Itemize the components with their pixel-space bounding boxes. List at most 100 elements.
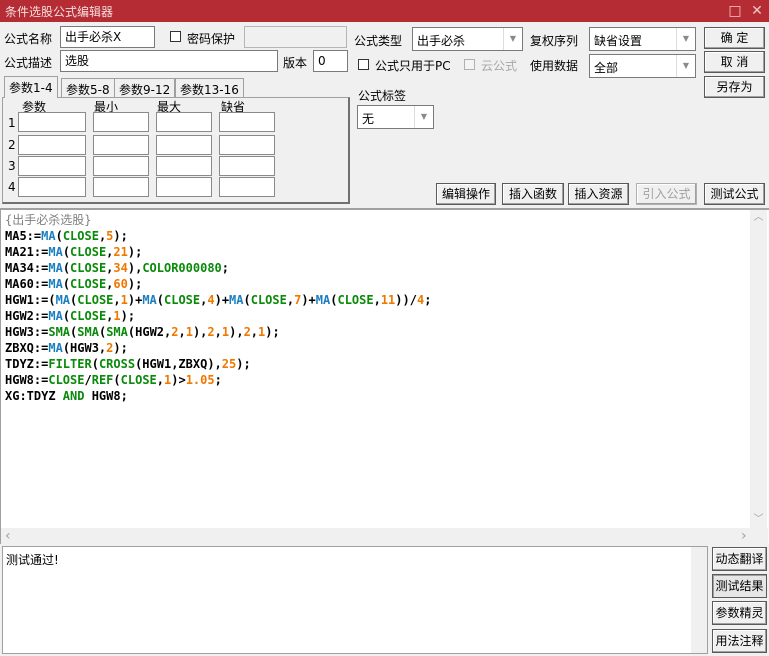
code-token-plain: ); (113, 341, 128, 355)
param-default-input[interactable] (219, 112, 275, 132)
formula-name-input[interactable]: 出手必杀X (60, 26, 155, 48)
restore-series-select[interactable]: 缺省设置 ▼ (589, 27, 696, 51)
chevron-down-icon[interactable]: ▼ (676, 55, 695, 77)
formula-type-value: 出手必杀 (417, 34, 466, 48)
code-line: HGW3:=SMA(SMA(SMA(HGW2,2,1),2,1),2,1); (5, 324, 431, 340)
pc-only-checkbox[interactable] (358, 59, 369, 70)
param-row-index: 4 (8, 180, 16, 194)
code-token-function: MA (229, 293, 244, 307)
code-token-number: 2 (243, 325, 251, 339)
dynamic-translate-button[interactable]: 动态翻译 (712, 547, 767, 571)
param-min-input[interactable] (93, 177, 149, 197)
param-min-input[interactable] (93, 135, 149, 155)
tab-params-9-12[interactable]: 参数9-12 (114, 78, 176, 98)
password-protect-checkbox[interactable] (170, 31, 181, 42)
param-max-input[interactable] (156, 177, 212, 197)
code-token-plain: )> (171, 373, 186, 387)
code-editor[interactable]: {出手必杀选股} MA5:=MA(CLOSE,5); MA21:=MA(CLOSE,… (0, 208, 769, 544)
test-result-panel[interactable]: 测试通过! (2, 546, 708, 654)
code-token-plain: ( (156, 293, 164, 307)
code-token-plain: ), (192, 325, 208, 339)
edit-operations-button[interactable]: 编辑操作 (436, 183, 496, 205)
param-default-input[interactable] (219, 177, 275, 197)
formula-type-select[interactable]: 出手必杀 ▼ (412, 27, 523, 51)
param-default-input[interactable] (219, 135, 275, 155)
tab-params-1-4[interactable]: 参数1-4 (4, 76, 58, 98)
code-token-plain: ); (265, 325, 280, 339)
code-token-plain: ; (424, 293, 432, 307)
param-max-input[interactable] (156, 112, 212, 132)
code-token-plain: ( (91, 357, 99, 371)
chevron-down-icon[interactable]: ▼ (676, 28, 695, 50)
tab-params-13-16[interactable]: 参数13-16 (175, 78, 244, 98)
code-token-plain: )+ (127, 293, 143, 307)
version-label: 版本 (283, 56, 308, 70)
maximize-icon[interactable]: □ (724, 0, 746, 22)
code-token-plain: ; (214, 373, 222, 387)
vertical-scrollbar[interactable]: ︿ ﹀ (750, 210, 767, 528)
scroll-down-icon[interactable]: ﹀ (750, 512, 767, 528)
param-max-input[interactable] (156, 135, 212, 155)
save-as-button[interactable]: 另存为 (704, 76, 765, 98)
password-input[interactable] (244, 26, 347, 48)
code-token-keyword: SMA (106, 325, 128, 339)
param-min-input[interactable] (93, 156, 149, 176)
code-token-plain: MA21:= (5, 245, 49, 259)
insert-function-button[interactable]: 插入函数 (502, 183, 564, 205)
code-token-keyword: REF (91, 373, 114, 387)
code-token-plain: HGW1:=( (5, 293, 56, 307)
version-input[interactable]: 0 (313, 50, 348, 72)
usage-notes-button[interactable]: 用法注释 (712, 629, 767, 653)
code-token-number: 34 (113, 261, 128, 275)
param-name-input[interactable] (18, 135, 86, 155)
use-data-select[interactable]: 全部 ▼ (589, 54, 696, 78)
title-bar: 条件选股公式编辑器 □ ✕ (0, 0, 769, 22)
code-token-keyword: CROSS (98, 357, 136, 371)
code-token-function: MA (315, 293, 331, 307)
code-token-plain: (HGW2, (127, 325, 172, 339)
formula-desc-input[interactable]: 选股 (60, 50, 278, 72)
param-name-input[interactable] (18, 177, 86, 197)
formula-code[interactable]: {出手必杀选股} MA5:=MA(CLOSE,5); MA21:=MA(CLOSE,… (5, 212, 431, 404)
horizontal-scrollbar[interactable]: ‹ › (1, 528, 768, 544)
param-max-input[interactable] (156, 156, 212, 176)
chevron-down-icon[interactable]: ▼ (503, 28, 522, 50)
formula-tag-label: 公式标签 (358, 89, 407, 103)
code-token-plain: MA34:= (5, 261, 49, 275)
test-result-button[interactable]: 测试结果 (712, 574, 767, 598)
scroll-up-icon[interactable]: ︿ (750, 210, 767, 226)
param-row-index: 3 (8, 159, 16, 173)
param-wizard-button[interactable]: 参数精灵 (712, 601, 767, 625)
code-token-keyword: SMA (48, 325, 71, 339)
password-protect-label: 密码保护 (187, 32, 236, 46)
formula-tag-select[interactable]: 无 ▼ (357, 105, 434, 129)
code-token-keyword: SMA (77, 325, 99, 339)
code-token-plain: ZBXQ:= (5, 341, 49, 355)
code-token-plain: HGW8:= (5, 373, 49, 387)
code-token-keyword: CLOSE (70, 277, 107, 291)
ok-button[interactable]: 确 定 (704, 27, 765, 49)
cancel-button[interactable]: 取 消 (704, 51, 765, 73)
param-name-input[interactable] (18, 112, 86, 132)
scroll-right-icon[interactable]: › (741, 528, 747, 544)
code-token-plain: , (214, 325, 222, 339)
test-formula-button[interactable]: 测试公式 (704, 183, 765, 205)
param-name-input[interactable] (18, 156, 86, 176)
insert-resource-button[interactable]: 插入资源 (568, 183, 629, 205)
code-token-number: 1.05 (185, 373, 215, 387)
param-default-input[interactable] (219, 156, 275, 176)
code-token-keyword: CLOSE (77, 293, 114, 307)
chevron-down-icon[interactable]: ▼ (414, 106, 433, 128)
code-token-plain: )+ (214, 293, 230, 307)
code-line: {出手必杀选股} (5, 212, 431, 228)
param-min-input[interactable] (93, 112, 149, 132)
restore-series-label: 复权序列 (530, 34, 579, 48)
tab-params-5-8[interactable]: 参数5-8 (61, 78, 115, 98)
result-scrollbar[interactable] (691, 547, 707, 653)
code-token-keyword: COLOR000080 (142, 261, 222, 275)
code-token-number: 4 (207, 293, 215, 307)
code-token-plain: (HGW1,ZBXQ), (135, 357, 222, 371)
close-icon[interactable]: ✕ (746, 0, 768, 22)
param-row-index: 1 (8, 116, 16, 130)
scroll-left-icon[interactable]: ‹ (5, 528, 11, 544)
